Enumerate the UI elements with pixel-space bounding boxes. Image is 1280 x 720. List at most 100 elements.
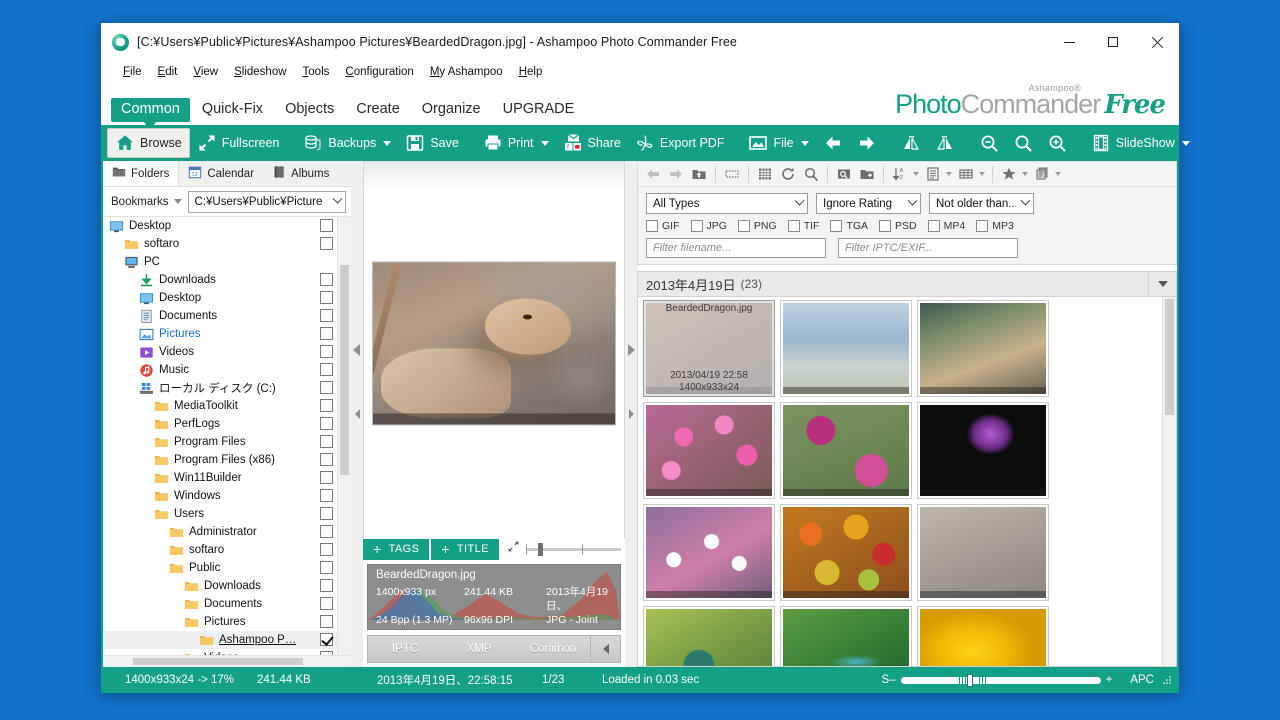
chevron-down-icon[interactable]	[946, 172, 952, 176]
menu-item-slideshow[interactable]: Slideshow	[226, 64, 294, 80]
tree-item[interactable]: Administrator	[103, 523, 337, 541]
tree-item-checkbox[interactable]	[320, 543, 333, 556]
tree-item-checkbox[interactable]	[320, 561, 333, 574]
group-header-bar[interactable]: 2013年4月19日 (23)	[637, 271, 1177, 297]
tree-item[interactable]: softaro	[103, 541, 337, 559]
tab-folders[interactable]: Folders	[103, 161, 180, 186]
thumbnail-grid-area[interactable]: BeardedDragon.jpg 2013/04/19 22:58 1400x93…	[637, 297, 1177, 667]
fullscreen-button[interactable]: Fullscreen	[190, 128, 287, 158]
tree-item-checkbox[interactable]	[320, 597, 333, 610]
tree-item[interactable]: Music	[103, 361, 337, 379]
grid-view-button[interactable]	[754, 163, 776, 185]
tree-item[interactable]: PC	[103, 253, 337, 271]
checkbox-box[interactable]	[927, 220, 940, 232]
add-title-button[interactable]: + TITLE	[431, 538, 499, 560]
ribbon-tab-create[interactable]: Create	[346, 98, 410, 122]
chevron-down-icon[interactable]	[913, 172, 919, 176]
chevron-down-icon[interactable]	[979, 172, 985, 176]
collapse-left-icon[interactable]	[354, 409, 360, 419]
filter-checkbox-gif[interactable]: GIF	[646, 220, 680, 232]
tree-item[interactable]: Documents	[103, 307, 337, 325]
thumbnail-item[interactable]	[917, 504, 1049, 601]
tree-vertical-scrollbar[interactable]	[337, 217, 351, 655]
filter-checkbox-png[interactable]: PNG	[737, 220, 777, 232]
tree-item[interactable]: Public	[103, 559, 337, 577]
tree-item-checkbox[interactable]	[320, 381, 333, 394]
tree-item-checkbox[interactable]	[320, 219, 333, 232]
tree-item-checkbox[interactable]	[320, 291, 333, 304]
slider-knob[interactable]	[966, 673, 973, 687]
print-button[interactable]: Print	[476, 128, 556, 158]
checkbox-box[interactable]	[690, 220, 703, 232]
right-splitter[interactable]	[625, 161, 637, 667]
thumbnail-item[interactable]	[643, 504, 775, 601]
tree-item-checkbox[interactable]	[320, 273, 333, 286]
tree-item[interactable]: Pictures	[103, 325, 337, 343]
ribbon-tab-objects[interactable]: Objects	[275, 98, 344, 122]
tree-item-checkbox[interactable]	[320, 453, 333, 466]
export-pdf-button[interactable]: Export PDF	[628, 128, 732, 158]
tree-item-checkbox[interactable]	[320, 579, 333, 592]
flip-vertical-button[interactable]	[928, 128, 962, 158]
folder-tree[interactable]: Desktop softaro PC Downloads Desktop Document…	[103, 216, 351, 655]
tab-albums[interactable]: Albums	[263, 161, 338, 186]
tree-item[interactable]: softaro	[103, 235, 337, 253]
checkbox-box[interactable]	[976, 220, 989, 232]
tree-item-checkbox[interactable]	[320, 309, 333, 322]
slideshow-button[interactable]: SlideShow	[1084, 128, 1197, 158]
tree-item-checkbox[interactable]	[320, 327, 333, 340]
menu-item-edit[interactable]: Edit	[150, 64, 186, 80]
up-folder-button[interactable]	[688, 163, 710, 185]
thumbnail-item[interactable]	[780, 504, 912, 601]
previous-image-button[interactable]	[816, 128, 850, 158]
checkbox-box[interactable]	[787, 220, 800, 232]
tree-item[interactable]: Desktop	[103, 217, 337, 235]
browse-button[interactable]: Browse	[107, 128, 190, 158]
ribbon-tab-quick-fix[interactable]: Quick-Fix	[192, 98, 273, 122]
refresh-button[interactable]	[777, 163, 799, 185]
tree-item-checkbox[interactable]	[320, 435, 333, 448]
thumbnail-item[interactable]	[917, 300, 1049, 397]
filter-checkbox-psd[interactable]: PSD	[879, 220, 917, 232]
fit-icon[interactable]	[507, 540, 520, 558]
checkbox-box[interactable]	[737, 220, 750, 232]
age-filter-combobox[interactable]: Not older than...	[929, 193, 1034, 214]
tree-item[interactable]: Pictures	[103, 613, 337, 631]
menu-item-configuration[interactable]: Configuration	[337, 64, 421, 80]
zoom-in-button[interactable]	[1040, 128, 1074, 158]
scrollbar-thumb[interactable]	[340, 265, 349, 475]
filter-checkbox-tif[interactable]: TIF	[787, 220, 819, 232]
minimize-button[interactable]	[1047, 23, 1091, 61]
menu-item-help[interactable]: Help	[511, 64, 551, 80]
scrollbar-thumb[interactable]	[133, 658, 303, 665]
forward-button[interactable]	[665, 163, 687, 185]
slider-track[interactable]	[900, 673, 1101, 687]
filter-checkbox-mp4[interactable]: MP4	[927, 220, 965, 232]
tree-item[interactable]: Win11Builder	[103, 469, 337, 487]
resize-grip[interactable]	[1161, 674, 1173, 686]
tab-calendar[interactable]: 12 Calendar	[179, 161, 263, 186]
table-view-button[interactable]	[955, 163, 977, 185]
metadata-collapse-button[interactable]	[590, 636, 620, 662]
sort-az-button[interactable]: AZ	[889, 163, 911, 185]
tree-item-checkbox[interactable]	[320, 399, 333, 412]
rating-button[interactable]	[998, 163, 1020, 185]
ribbon-tab-organize[interactable]: Organize	[412, 98, 491, 122]
add-tags-button[interactable]: + TAGS	[363, 538, 430, 560]
thumbnail-size-button[interactable]	[721, 163, 743, 185]
thumbnail-item[interactable]	[780, 300, 912, 397]
chevron-down-icon[interactable]	[1022, 172, 1028, 176]
status-zoom-slider[interactable]: S– +	[882, 673, 1112, 687]
filename-filter-input[interactable]: Filter filename...	[646, 238, 826, 258]
tree-item[interactable]: Users	[103, 505, 337, 523]
tree-item[interactable]: Ashampoo P…	[103, 631, 337, 649]
tree-item-checkbox[interactable]	[320, 615, 333, 628]
tab-iptc[interactable]: IPTC	[368, 643, 442, 655]
thumbnail-item[interactable]: BeardedDragon.jpg 2013/04/19 22:58 1400x93…	[643, 300, 775, 397]
menu-item-file[interactable]: File	[115, 64, 150, 80]
maximize-button[interactable]	[1091, 23, 1135, 61]
iptc-filter-input[interactable]: Filter IPTC/EXIF...	[838, 238, 1018, 258]
backups-button[interactable]: Backups	[296, 128, 398, 158]
left-splitter[interactable]	[351, 161, 363, 667]
flip-horizontal-button[interactable]	[894, 128, 928, 158]
